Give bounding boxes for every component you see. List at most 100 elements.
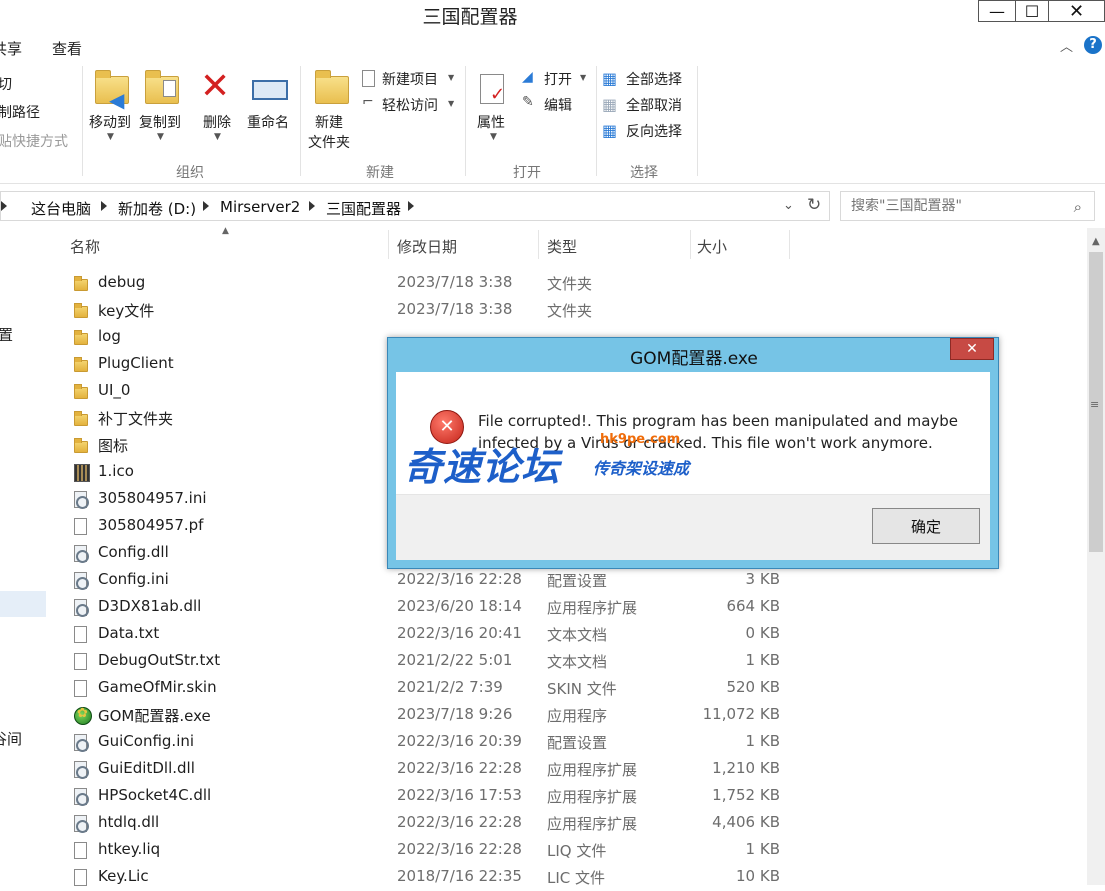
file-type: 配置设置 [547,734,608,752]
help-icon[interactable]: ? [1084,36,1102,54]
file-name: 补丁文件夹 [98,410,174,428]
select-none-button[interactable]: ▦ 全部取消 [602,94,694,116]
close-button[interactable]: ✕ [1048,0,1105,22]
column-size[interactable]: 大小 [697,236,727,257]
easy-access-button[interactable]: ⌐ 轻松访问 ▼ [360,94,460,116]
nav-item-partial[interactable]: 置 [0,324,13,345]
delete-button[interactable]: ✕ 删除 ▼ [198,66,240,152]
nav-item-selected[interactable] [0,591,46,617]
file-row[interactable]: HPSocket4C.dll 2022/3/16 17:53 应用程序扩展 1,752… [50,783,790,810]
dialog-close-button[interactable]: ✕ [950,338,994,360]
new-item-button[interactable]: 新建项目 ▼ [360,68,460,90]
file-row[interactable]: Data.txt 2022/3/16 20:41 文本文档 0 KB [50,621,790,648]
file-row[interactable]: Config.ini 2022/3/16 22:28 配置设置 3 KB [50,567,790,594]
new-folder-label-1: 新建 [315,115,343,131]
maximize-button[interactable]: ☐ [1015,0,1049,22]
chevron-right-icon[interactable] [309,201,315,211]
file-size: 1 KB [745,840,780,858]
breadcrumb-current-folder[interactable]: 三国配置器 [326,198,401,219]
file-row[interactable]: DebugOutStr.txt 2021/2/22 5:01 文本文档 1 KB [50,648,790,675]
rename-button[interactable]: 重命名 [246,66,296,152]
column-divider[interactable] [789,230,790,259]
column-divider[interactable] [388,230,389,259]
search-input[interactable] [851,198,1061,214]
delete-label: 删除 [203,115,231,131]
new-folder-button[interactable]: 新建 文件夹 [305,66,355,156]
file-row[interactable]: htdlq.dll 2022/3/16 22:28 应用程序扩展 4,406 KB [50,810,790,837]
move-to-label: 移动到 [89,115,131,131]
file-row[interactable]: GuiEditDll.dll 2022/3/16 22:28 应用程序扩展 1,210… [50,756,790,783]
file-type: 文件夹 [547,275,593,293]
chevron-down-icon: ▼ [157,132,164,142]
edit-icon: ✎ [522,94,534,110]
file-size: 3 KB [745,570,780,588]
nav-item-partial[interactable]: 谷间 [0,728,22,749]
file-date: 2022/3/16 22:28 [397,759,522,777]
easy-access-icon: ⌐ [362,94,374,110]
file-row[interactable]: D3DX81ab.dll 2023/6/20 18:14 应用程序扩展 664 KB [50,594,790,621]
tab-view[interactable]: 查看 [52,38,82,59]
address-bar[interactable]: 这台电脑 新加卷 (D:) Mirserver2 三国配置器 ⌄ ↻ [0,191,830,221]
select-all-label: 全部选择 [626,72,682,88]
column-divider[interactable] [538,230,539,259]
file-row[interactable]: debug 2023/7/18 3:38 文件夹 [50,270,790,297]
open-button[interactable]: ◢ 打开 ▼ [522,68,592,90]
cut-button[interactable]: 切 [0,74,12,94]
breadcrumb-this-pc[interactable]: 这台电脑 [31,198,91,219]
column-name[interactable]: 名称 [70,236,100,257]
folder-icon [74,438,88,453]
file-date: 2022/3/16 20:39 [397,732,522,750]
copy-path-button[interactable]: 制路径 [0,102,40,122]
file-row[interactable]: Key.Lic 2018/7/16 22:35 LIC 文件 10 KB [50,864,790,891]
file-type: 应用程序扩展 [547,599,638,617]
collapse-ribbon-icon[interactable]: ︿ [1060,36,1073,55]
file-row[interactable]: GameOfMir.skin 2021/2/2 7:39 SKIN 文件 520 KB [50,675,790,702]
column-header: ▲ 名称 修改日期 类型 大小 [50,226,790,261]
rename-icon [252,80,288,100]
column-type[interactable]: 类型 [547,236,577,257]
file-name: Config.dll [98,543,169,561]
minimize-button[interactable]: — [978,0,1016,22]
delete-x-icon: ✕ [200,66,231,107]
file-type: 文本文档 [547,653,608,671]
edit-button[interactable]: ✎ 编辑 [522,94,592,116]
properties-button[interactable]: ✓ 属性 ▼ [470,66,516,152]
copy-to-label: 复制到 [139,115,181,131]
invert-selection-button[interactable]: ▦ 反向选择 [602,120,694,142]
file-type: 配置设置 [547,572,608,590]
file-type: 应用程序扩展 [547,761,638,779]
ok-button[interactable]: 确定 [872,508,980,544]
file-date: 2022/3/16 17:53 [397,786,522,804]
search-icon[interactable]: ⌕ [1074,198,1082,216]
open-icon: ◢ [522,69,533,85]
breadcrumb-mirserver2[interactable]: Mirserver2 [220,198,300,216]
select-all-button[interactable]: ▦ 全部选择 [602,68,694,90]
file-name: GameOfMir.skin [98,678,217,696]
file-row[interactable]: GuiConfig.ini 2022/3/16 20:39 配置设置 1 KB [50,729,790,756]
refresh-icon[interactable]: ↻ [807,195,821,215]
file-row[interactable]: htkey.liq 2022/3/16 22:28 LIQ 文件 1 KB [50,837,790,864]
document-icon [74,680,87,697]
rename-label: 重命名 [247,115,289,131]
open-group-label: 打开 [513,165,541,181]
tab-share[interactable]: 共享 [0,38,22,59]
move-to-button[interactable]: ◀ 移动到 ▼ [87,66,135,152]
chevron-down-icon: ▼ [107,132,114,142]
chevron-right-icon[interactable] [101,201,107,211]
ribbon-tabs: 共享 查看 [0,30,1105,60]
file-type: 文本文档 [547,626,608,644]
chevron-right-icon[interactable] [408,201,414,211]
chevron-right-icon[interactable] [203,201,209,211]
breadcrumb-drive-d[interactable]: 新加卷 (D:) [118,198,196,219]
paste-shortcut-button[interactable]: 贴快捷方式 [0,131,68,151]
column-date[interactable]: 修改日期 [397,236,457,257]
file-row[interactable]: key文件 2023/7/18 3:38 文件夹 [50,297,790,324]
column-divider[interactable] [690,230,691,259]
history-dropdown-icon[interactable]: ⌄ [783,198,794,213]
navigation-pane: 置 谷间 [0,228,48,885]
search-box[interactable]: ⌕ [840,191,1095,221]
file-row[interactable]: GOM配置器.exe 2023/7/18 9:26 应用程序 11,072 KB [50,702,790,729]
file-name: GOM配置器.exe [98,707,211,725]
copy-to-button[interactable]: 复制到 ▼ [137,66,187,152]
scroll-up-arrow[interactable]: ▲ [1092,236,1100,247]
